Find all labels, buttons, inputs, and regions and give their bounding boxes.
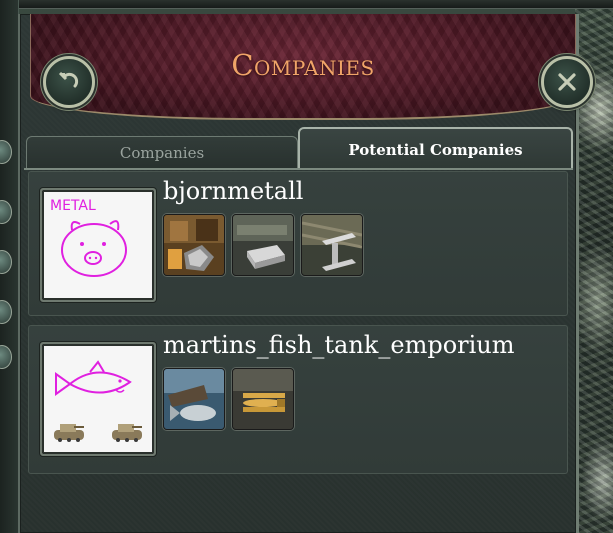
side-knob[interactable] xyxy=(0,250,12,274)
tab-label: Potential Companies xyxy=(348,140,523,159)
fish-and-tanks-drawing-icon xyxy=(54,360,142,442)
silver-ingot-icon[interactable] xyxy=(232,214,294,276)
tab-label: Companies xyxy=(119,144,205,162)
company-card[interactable]: METAL bjornmetall xyxy=(28,171,568,316)
back-arrow-icon xyxy=(58,71,79,88)
tab-companies[interactable]: Companies xyxy=(26,136,298,169)
back-button[interactable] xyxy=(43,56,95,108)
steel-beam-icon[interactable] xyxy=(301,214,363,276)
side-knob[interactable] xyxy=(0,140,12,164)
close-button[interactable] xyxy=(541,56,593,108)
industry-icons xyxy=(163,214,363,276)
company-card[interactable]: martins_fish_tank_emporium xyxy=(28,325,568,474)
tab-divider xyxy=(24,168,573,170)
company-name: bjornmetall xyxy=(163,177,304,205)
logo-text: METAL xyxy=(50,198,96,214)
industry-icons xyxy=(163,368,294,430)
side-knob[interactable] xyxy=(0,345,12,369)
fishing-icon[interactable] xyxy=(163,368,225,430)
side-knob[interactable] xyxy=(0,200,12,224)
panel-header: Companies xyxy=(30,14,576,120)
company-name: martins_fish_tank_emporium xyxy=(163,331,515,359)
company-logo xyxy=(40,342,156,456)
left-side-strip xyxy=(0,0,19,533)
side-knob[interactable] xyxy=(0,300,12,324)
coal-mine-icon[interactable] xyxy=(163,214,225,276)
tab-potential-companies[interactable]: Potential Companies xyxy=(298,127,573,170)
tab-bar: Companies Potential Companies xyxy=(26,121,573,170)
close-icon xyxy=(558,73,576,91)
company-logo: METAL xyxy=(40,188,156,302)
companies-panel: Companies Companies Potential Companies … xyxy=(18,14,593,533)
top-bar xyxy=(0,0,613,9)
page-title: Companies xyxy=(231,48,375,82)
pig-drawing-icon: METAL xyxy=(50,198,127,277)
biplane-icon[interactable] xyxy=(232,368,294,430)
